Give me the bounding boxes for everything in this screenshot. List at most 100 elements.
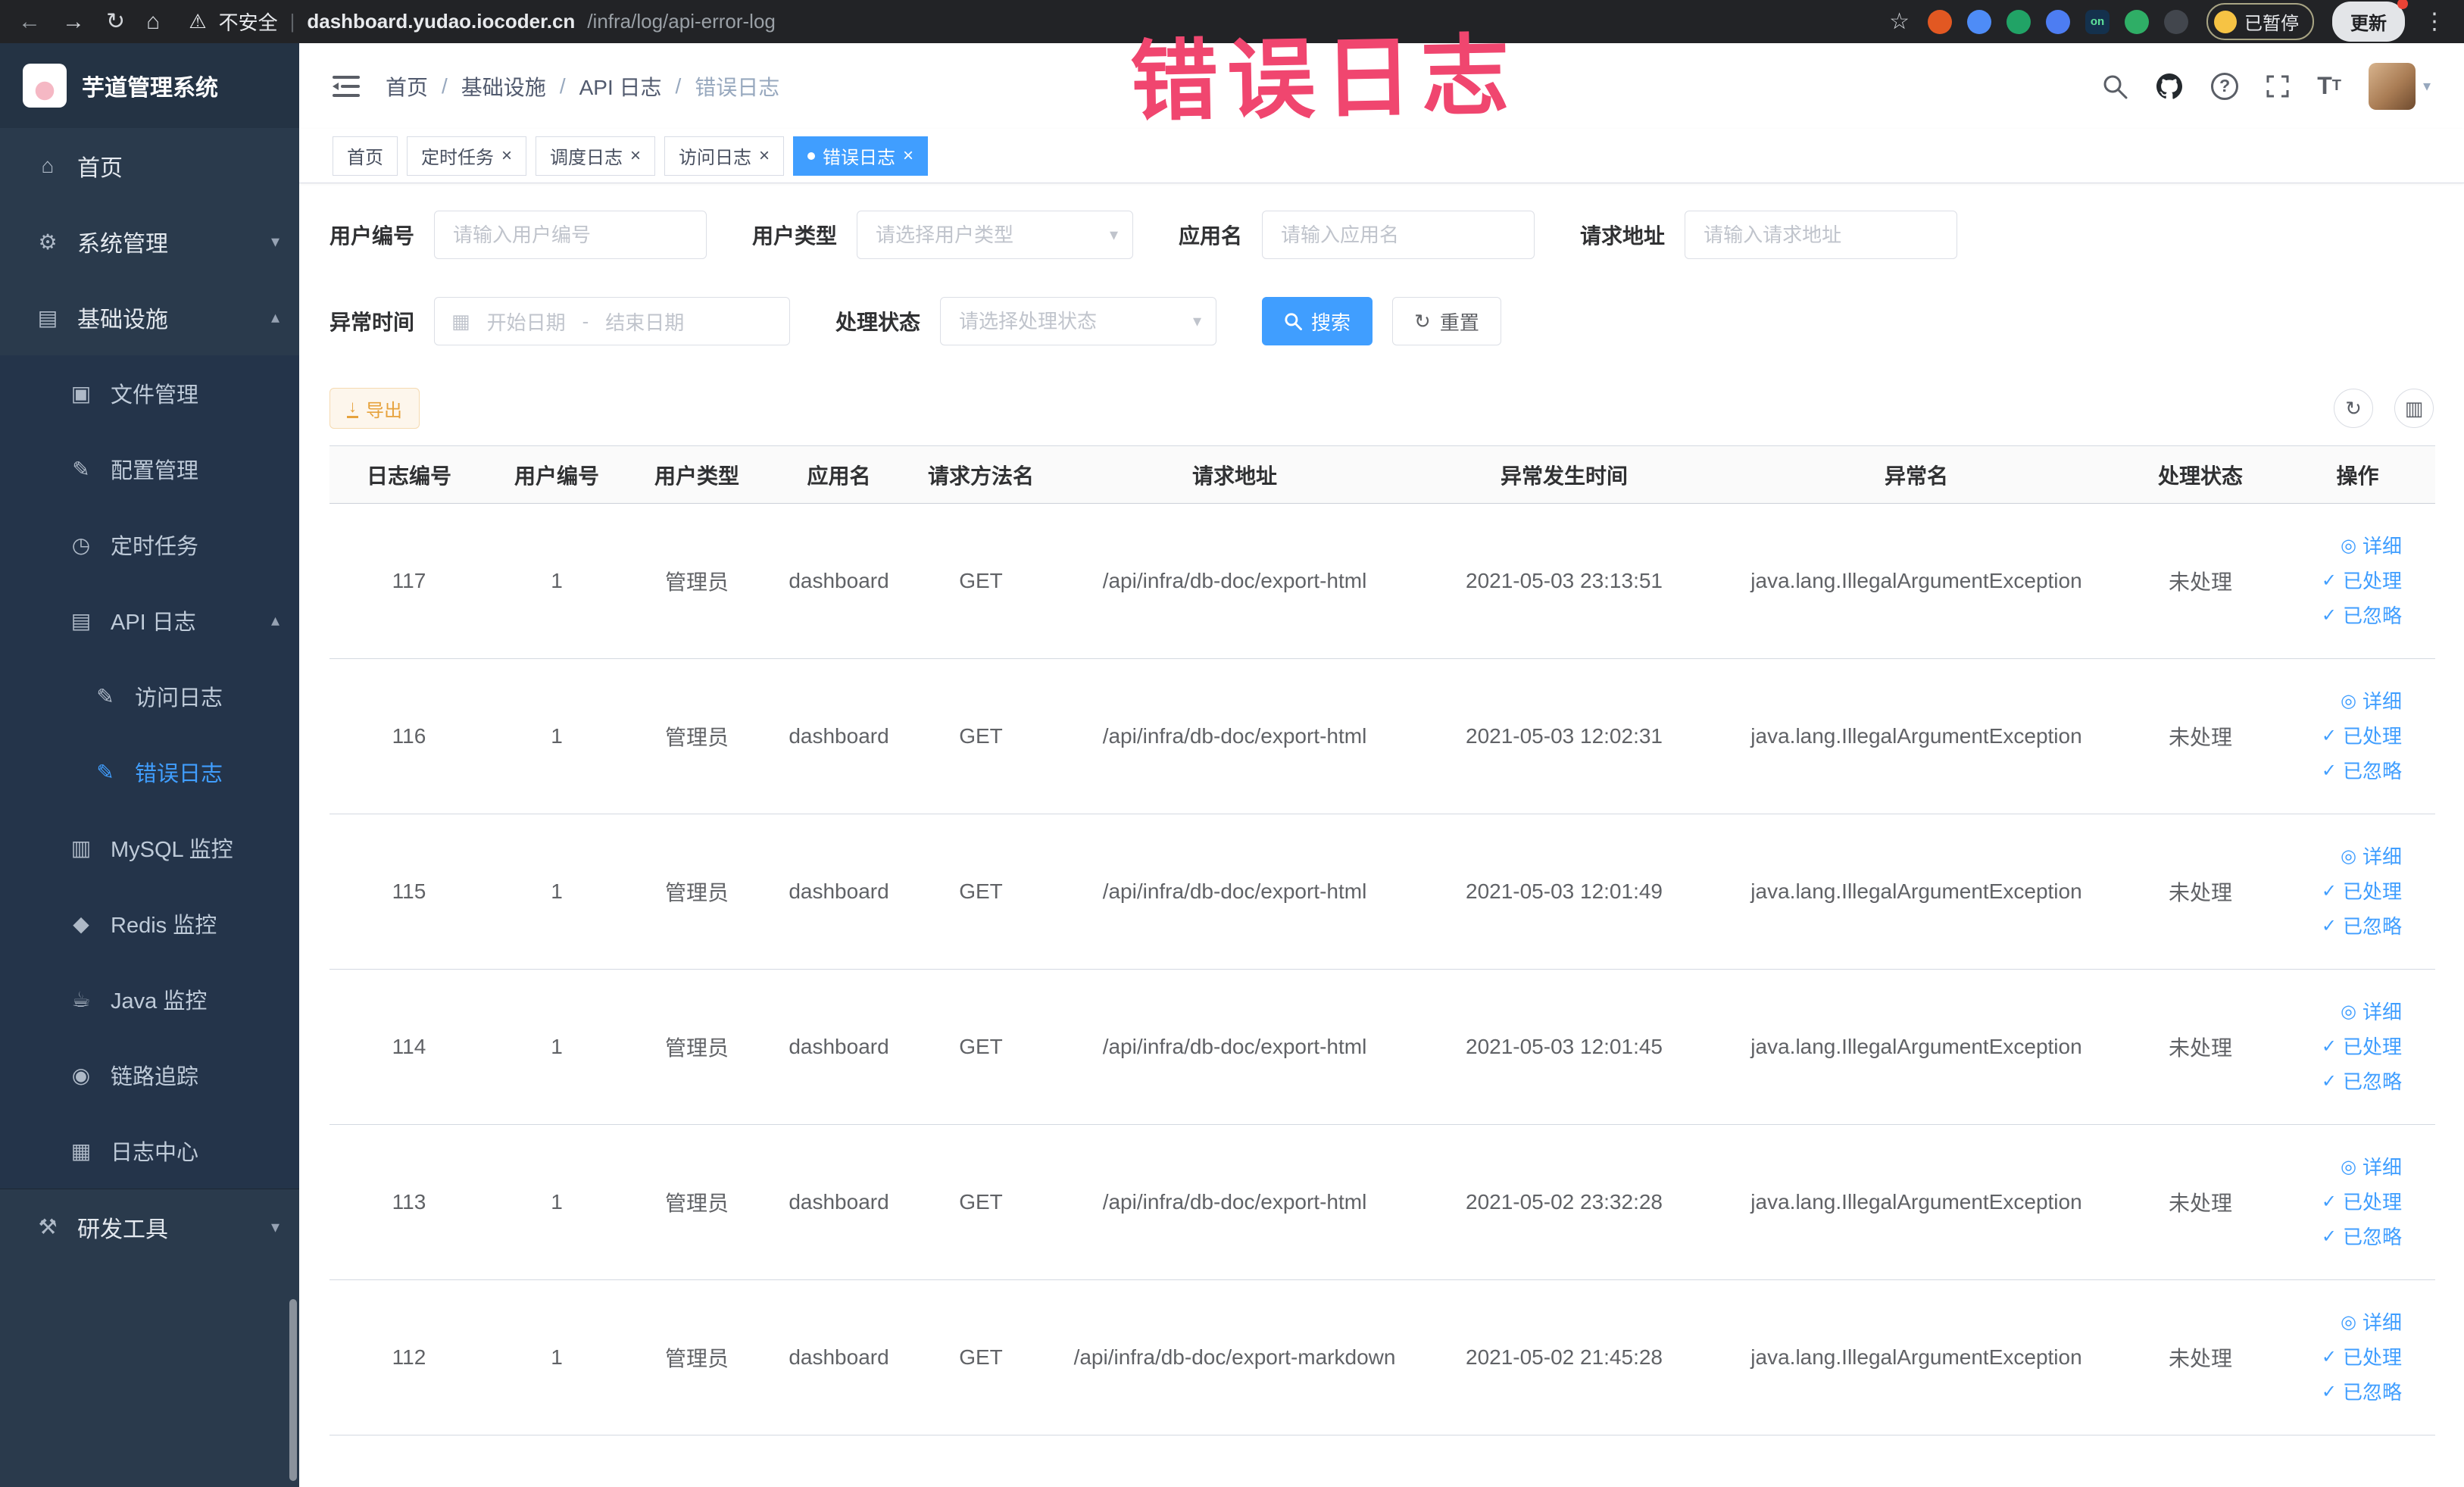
extension-circle-green-icon[interactable] [2006, 9, 2031, 34]
sidebar-item-home[interactable]: ⌂ 首页 [0, 128, 299, 204]
action-mark-ignored-link[interactable]: ✓ 已忽略 [2281, 754, 2402, 789]
action-mark-processed-link[interactable]: ✓ 已处理 [2281, 564, 2402, 598]
sidebar-item-redis-monitor[interactable]: ◆ Redis 监控 [0, 886, 299, 961]
sidebar-item-config-management[interactable]: ✎ 配置管理 [0, 431, 299, 507]
action-detail-link[interactable]: ◎ 详细 [2281, 995, 2402, 1029]
paused-badge[interactable]: 已暂停 [2206, 3, 2314, 40]
error-log-table: 日志编号 用户编号 用户类型 应用名 请求方法名 请求地址 异常发生时间 异常名 处理状态 操作 … [329, 445, 2435, 1435]
action-mark-ignored-link[interactable]: ✓ 已忽略 [2281, 1064, 2402, 1099]
sidebar-item-system-management[interactable]: ⚙ 系统管理 ▾ [0, 204, 299, 280]
sidebar-item-log-center[interactable]: ▦ 日志中心 [0, 1113, 299, 1189]
sidebar-item-infrastructure[interactable]: ▤ 基础设施 ▴ [0, 280, 299, 355]
search-button[interactable]: 搜索 [1262, 297, 1373, 345]
sidebar-item-link-tracing[interactable]: ◉ 链路追踪 [0, 1037, 299, 1113]
cell-log-id: 116 [329, 658, 489, 814]
browser-menu-icon[interactable]: ⋮ [2423, 10, 2446, 33]
extension-drop-icon[interactable] [1967, 9, 1991, 34]
breadcrumb-item[interactable]: API 日志 [579, 71, 662, 102]
action-detail-link[interactable]: ◎ 详细 [2281, 839, 2402, 874]
sidebar-item-dev-tools[interactable]: ⚒ 研发工具 ▾ [0, 1189, 299, 1264]
tab-调度日志[interactable]: 调度日志 × [536, 136, 656, 176]
tab-close-icon[interactable]: × [630, 146, 641, 165]
process-status-select-input[interactable] [940, 297, 1217, 345]
extension-sprout-icon[interactable] [2125, 9, 2149, 34]
sidebar-item-file-management[interactable]: ▣ 文件管理 [0, 355, 299, 431]
timer-icon: ◷ [71, 533, 91, 557]
sidebar-toggle-button[interactable] [333, 75, 360, 98]
process-status-select[interactable]: ▾ [940, 297, 1217, 345]
reset-button[interactable]: ↻ 重置 [1392, 297, 1501, 345]
extension-on-switch-icon[interactable]: on [2085, 9, 2110, 34]
export-button[interactable]: ↓ 导出 [329, 388, 420, 429]
browser-update-button[interactable]: 更新 [2332, 0, 2408, 42]
tab-定时任务[interactable]: 定时任务 × [407, 136, 527, 176]
bookmark-star-icon[interactable]: ☆ [1889, 10, 1910, 33]
sidebar-scrollbar[interactable] [289, 1299, 297, 1481]
app-logo-row[interactable]: 芋道管理系统 [0, 43, 299, 128]
action-mark-processed-link[interactable]: ✓ 已处理 [2281, 719, 2402, 754]
cell-user-id: 1 [489, 1124, 625, 1280]
action-mark-ignored-link[interactable]: ✓ 已忽略 [2281, 1375, 2402, 1410]
browser-back-icon[interactable]: ← [18, 10, 41, 33]
column-settings-button[interactable]: ▥ [2394, 389, 2434, 428]
refresh-table-button[interactable]: ↻ [2334, 389, 2373, 428]
search-icon[interactable] [2102, 73, 2128, 99]
sidebar-item-access-log[interactable]: ✎ 访问日志 [0, 658, 299, 734]
action-detail-link[interactable]: ◎ 详细 [2281, 684, 2402, 719]
action-label: 详细 [2362, 690, 2402, 713]
browser-forward-icon[interactable]: → [62, 10, 85, 33]
action-mark-ignored-link[interactable]: ✓ 已忽略 [2281, 598, 2402, 633]
monitor-icon: ▤ [37, 305, 58, 330]
column-header: 应用名 [769, 445, 909, 504]
browser-home-icon[interactable]: ⌂ [146, 10, 160, 33]
sidebar-item-error-log[interactable]: ✎ 错误日志 [0, 734, 299, 810]
tab-close-icon[interactable]: × [501, 146, 512, 165]
table-row: 115 1 管理员 dashboard GET/api/infra/db-doc/exp… [329, 814, 2435, 970]
extension-grid-icon[interactable] [2046, 9, 2070, 34]
action-mark-ignored-link[interactable]: ✓ 已忽略 [2281, 909, 2402, 944]
action-label: 已忽略 [2342, 915, 2402, 938]
user-id-input[interactable] [434, 211, 707, 259]
export-button-label: 导出 [366, 400, 402, 421]
security-warning-icon: ⚠ [189, 10, 207, 33]
user-type-select-input[interactable] [857, 211, 1134, 259]
extension-paw-icon[interactable] [2164, 9, 2188, 34]
action-mark-processed-link[interactable]: ✓ 已处理 [2281, 1185, 2402, 1220]
action-mark-processed-link[interactable]: ✓ 已处理 [2281, 874, 2402, 909]
exception-time-range-picker[interactable]: ▦ 开始日期 - 结束日期 [434, 297, 791, 345]
action-detail-link[interactable]: ◎ 详细 [2281, 1305, 2402, 1340]
sidebar-item-mysql-monitor[interactable]: ▥ MySQL 监控 [0, 810, 299, 886]
browser-reload-icon[interactable]: ↻ [106, 10, 125, 33]
cell-user-id: 1 [489, 814, 625, 970]
check-icon: ✓ [2321, 605, 2337, 626]
view-icon: ◎ [2341, 1312, 2356, 1332]
tab-close-icon[interactable]: × [759, 146, 770, 165]
tab-首页[interactable]: 首页 [333, 136, 398, 176]
sidebar-item-scheduled-tasks[interactable]: ◷ 定时任务 [0, 507, 299, 583]
check-icon: ✓ [2321, 1036, 2337, 1057]
user-menu[interactable]: ▾ [2368, 62, 2431, 110]
fullscreen-icon[interactable] [2266, 74, 2290, 98]
action-mark-processed-link[interactable]: ✓ 已处理 [2281, 1340, 2402, 1375]
tab-close-icon[interactable]: × [903, 146, 913, 165]
cell-method: GET [909, 814, 1053, 970]
breadcrumb-item[interactable]: 基础设施 [461, 71, 546, 102]
user-type-select[interactable]: ▾ [857, 211, 1134, 259]
tab-访问日志[interactable]: 访问日志 × [664, 136, 785, 176]
extension-record-icon[interactable] [1928, 9, 1952, 34]
breadcrumb-item[interactable]: 首页 [386, 71, 428, 102]
request-url-input[interactable] [1685, 211, 1958, 259]
sidebar-item-api-log[interactable]: ▤ API 日志 ▴ [0, 583, 299, 658]
address-bar[interactable]: ⚠ 不安全 | dashboard.yudao.iocoder.cn/infra… [189, 8, 1868, 36]
action-detail-link[interactable]: ◎ 详细 [2281, 529, 2402, 564]
cell-exception-time: 2021-05-03 12:02:31 [1416, 658, 1712, 814]
tab-错误日志[interactable]: 错误日志 × [793, 136, 929, 176]
app-name-input[interactable] [1262, 211, 1535, 259]
help-icon[interactable]: ? [2211, 72, 2239, 100]
sidebar-item-java-monitor[interactable]: ☕ Java 监控 [0, 961, 299, 1037]
action-mark-ignored-link[interactable]: ✓ 已忽略 [2281, 1220, 2402, 1254]
github-icon[interactable] [2155, 72, 2184, 101]
font-size-icon[interactable]: TT [2317, 72, 2341, 100]
action-detail-link[interactable]: ◎ 详细 [2281, 1150, 2402, 1185]
action-mark-processed-link[interactable]: ✓ 已处理 [2281, 1029, 2402, 1064]
